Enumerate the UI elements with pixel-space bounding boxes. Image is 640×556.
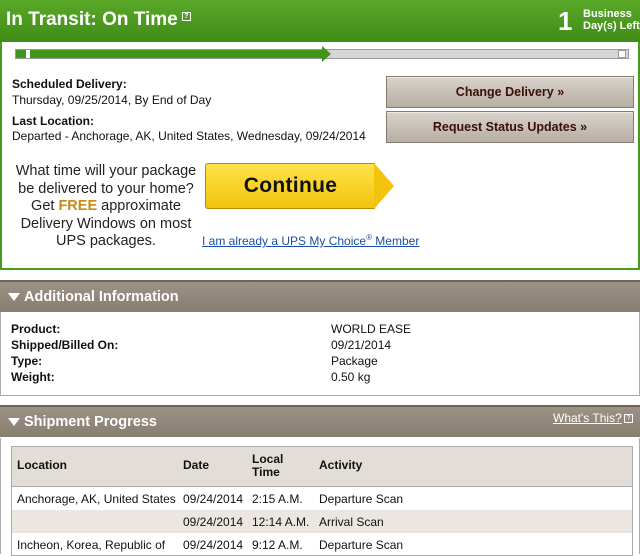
product-label: Product: xyxy=(11,322,61,336)
shipment-progress-header[interactable]: Shipment Progress What's This? ? xyxy=(0,405,640,437)
status-header: In Transit: On Time? 1 Business Day(s) L… xyxy=(0,0,640,42)
col-date: Date xyxy=(183,458,210,472)
promo-line: Delivery Windows on most xyxy=(20,215,192,232)
shipped-billed-label: Shipped/Billed On: xyxy=(11,338,119,352)
my-choice-promo-text: What time will your package be delivered… xyxy=(10,163,202,251)
help-icon[interactable]: ? xyxy=(181,12,191,21)
col-activity: Activity xyxy=(319,458,363,472)
promo-line: What time will your package xyxy=(15,163,197,179)
shipment-progress-table: Location Date Local Time Activity Anchor… xyxy=(11,446,633,556)
row-time: 9:12 A.M. xyxy=(252,538,303,552)
progress-end-marker xyxy=(618,50,626,58)
col-local-time-line2: Time xyxy=(252,465,280,479)
shipment-progress-panel: Location Date Local Time Activity Anchor… xyxy=(0,438,640,556)
help-icon[interactable]: ? xyxy=(624,414,633,423)
promo-line: Get FREE approximate xyxy=(10,198,202,216)
scheduled-delivery-value: Thursday, 09/25/2014, By End of Day xyxy=(12,93,212,107)
member-link-suffix[interactable]: Member xyxy=(372,234,419,248)
weight-label: Weight: xyxy=(11,370,55,384)
days-left-count: 1 xyxy=(558,6,573,36)
whats-this-link[interactable]: What's This? xyxy=(553,411,622,425)
row-location: Incheon, Korea, Republic of xyxy=(17,538,166,552)
row-time: 2:15 A.M. xyxy=(252,492,303,506)
change-delivery-button[interactable]: Change Delivery » xyxy=(386,76,634,108)
additional-info-title: Additional Information xyxy=(24,289,179,305)
status-title-text: In Transit: On Time xyxy=(6,9,178,30)
continue-button-label[interactable]: Continue xyxy=(205,163,375,209)
shipment-progress-title: Shipment Progress xyxy=(24,414,157,430)
promo-approximate: approximate xyxy=(97,198,181,214)
row-activity: Departure Scan xyxy=(319,492,404,506)
continue-button[interactable]: Continue xyxy=(205,163,395,211)
row-date: 09/24/2014 xyxy=(183,515,244,529)
promo-line: be delivered to your home? xyxy=(18,180,194,197)
days-label-line1: Business xyxy=(583,8,632,20)
delivery-progress-bar xyxy=(15,46,629,62)
progress-arrow-icon xyxy=(322,46,331,62)
additional-info-panel: Product: WORLD EASE Shipped/Billed On: 0… xyxy=(0,312,640,396)
col-local-time: Local Time xyxy=(252,453,283,479)
product-value: WORLD EASE xyxy=(331,322,412,336)
row-date: 09/24/2014 xyxy=(183,538,244,552)
last-location-value: Departed - Anchorage, AK, United States,… xyxy=(12,129,366,143)
shipped-billed-value: 09/21/2014 xyxy=(331,338,392,352)
promo-line: UPS packages. xyxy=(56,233,156,249)
row-activity: Arrival Scan xyxy=(319,515,384,529)
collapse-triangle-icon[interactable] xyxy=(8,293,20,301)
promo-get: Get xyxy=(31,198,59,214)
table-row: Incheon, Korea, Republic of 09/24/2014 9… xyxy=(12,533,632,556)
scheduled-delivery-label: Scheduled Delivery: xyxy=(12,77,127,91)
table-row: 09/24/2014 12:14 A.M. Arrival Scan xyxy=(12,510,632,533)
row-location: Anchorage, AK, United States xyxy=(17,492,176,506)
my-choice-member-link[interactable]: I am already a UPS My Choice® Member xyxy=(202,233,419,248)
type-label: Type: xyxy=(11,354,43,368)
additional-info-header[interactable]: Additional Information xyxy=(0,280,640,312)
type-value: Package xyxy=(331,354,378,368)
collapse-triangle-icon[interactable] xyxy=(8,418,20,426)
member-link-text[interactable]: I am already a UPS My Choice xyxy=(202,234,366,248)
days-left-label: Business Day(s) Left xyxy=(583,8,640,32)
row-activity: Departure Scan xyxy=(319,538,404,552)
last-location-label: Last Location: xyxy=(12,114,95,128)
delivery-progress-fill xyxy=(16,50,322,58)
progress-notch xyxy=(26,50,30,58)
status-title: In Transit: On Time? xyxy=(6,9,191,31)
row-time: 12:14 A.M. xyxy=(252,515,310,529)
days-label-line2: Day(s) Left xyxy=(583,20,640,32)
table-header: Location Date Local Time Activity xyxy=(12,447,632,487)
col-location: Location xyxy=(17,458,67,472)
transit-details: Scheduled Delivery: Thursday, 09/25/2014… xyxy=(0,42,640,270)
continue-arrow-icon[interactable] xyxy=(374,163,394,209)
row-date: 09/24/2014 xyxy=(183,492,244,506)
table-row: Anchorage, AK, United States 09/24/2014 … xyxy=(12,487,632,510)
request-status-updates-button[interactable]: Request Status Updates » xyxy=(386,111,634,143)
weight-value: 0.50 kg xyxy=(331,370,371,384)
promo-free: FREE xyxy=(58,198,98,214)
